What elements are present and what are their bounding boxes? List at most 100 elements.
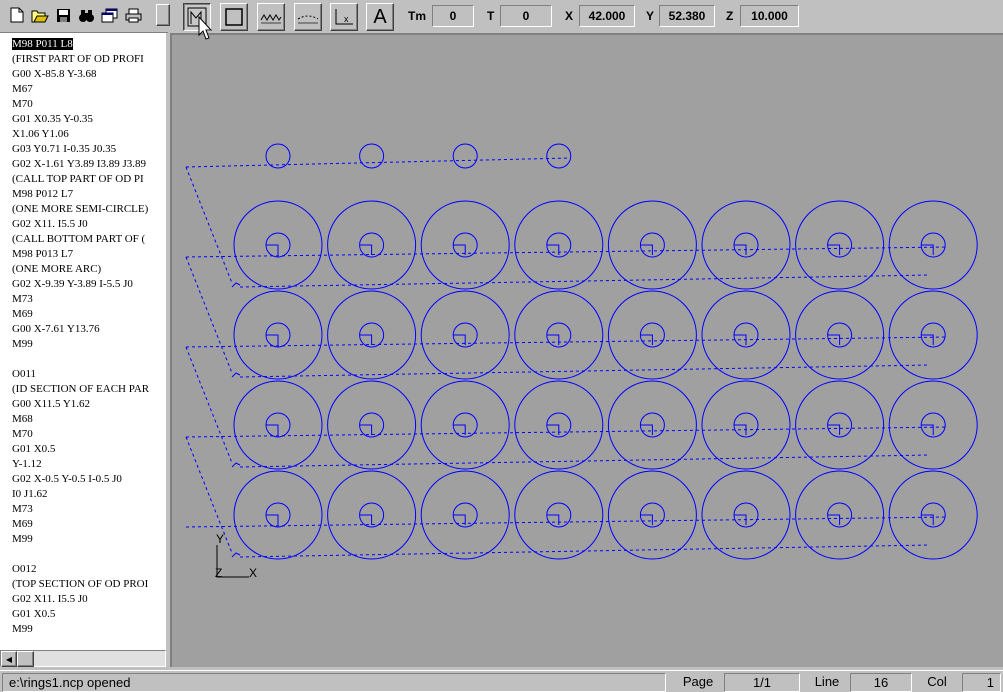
code-line-text: Y-1.12 — [12, 458, 42, 470]
code-line-text: (ONE MORE ARC) — [12, 263, 102, 275]
ring-cut-line — [266, 334, 279, 345]
code-lines: M98 P011 L8 (FIRST PART OF OD PROFI G00 X-… — [12, 37, 149, 637]
dashed-view-button[interactable] — [294, 3, 322, 31]
code-line[interactable]: M70 — [12, 97, 149, 112]
code-line[interactable]: O011 — [12, 367, 149, 382]
svg-text:x: x — [344, 14, 349, 24]
code-line[interactable]: M67 — [12, 82, 149, 97]
code-line[interactable]: G02 X11. I5.5 J0 — [12, 592, 149, 607]
code-line-text: M73 — [12, 293, 33, 305]
code-line[interactable]: (ID SECTION OF EACH PAR — [12, 382, 149, 397]
code-line-text: M70 — [12, 428, 33, 440]
code-line-text: G00 X-85.8 Y-3.68 — [12, 68, 97, 80]
arrow-cursor-icon — [198, 16, 213, 40]
binoculars-icon — [78, 9, 94, 22]
code-line[interactable]: G01 X0.35 Y-0.35 — [12, 112, 149, 127]
ring-cut-line — [827, 334, 841, 345]
ring-cut-line — [266, 244, 279, 255]
code-line[interactable]: I0 J1.62 — [12, 487, 149, 502]
ring-inner-circle — [546, 143, 572, 169]
code-line[interactable]: (ONE MORE ARC) — [12, 262, 149, 277]
code-editor[interactable]: M98 P011 L8 (FIRST PART OF OD PROFI G00 X-… — [0, 33, 166, 650]
code-line-text: G02 X11. I5.5 J0 — [12, 218, 88, 230]
code-line-text: (FIRST PART OF OD PROFI — [12, 53, 144, 65]
code-line[interactable]: M69 — [12, 517, 149, 532]
code-line[interactable]: G00 X11.5 Y1.62 — [12, 397, 149, 412]
wave-view-button[interactable] — [257, 3, 285, 31]
code-line[interactable]: O012 — [12, 562, 149, 577]
code-line-text: M98 P013 L7 — [12, 248, 74, 260]
code-line[interactable]: M99 — [12, 622, 149, 637]
code-line[interactable]: G02 X-0.5 Y-0.5 I-0.5 J0 — [12, 472, 149, 487]
code-line-text: M73 — [12, 503, 33, 515]
y-label: Y — [646, 9, 655, 23]
code-line-text: O012 — [12, 563, 37, 575]
ring-cut-line — [546, 244, 560, 255]
code-line-text: M67 — [12, 83, 33, 95]
ring-cut-line — [640, 514, 653, 525]
code-line[interactable]: G02 X11. I5.5 J0 — [12, 217, 149, 232]
code-line[interactable]: (TOP SECTION OF OD PROI — [12, 577, 149, 592]
copy-window-button[interactable] — [98, 4, 120, 26]
find-button[interactable] — [75, 4, 97, 26]
code-line[interactable]: G02 X-9.39 Y-3.89 I-5.5 J0 — [12, 277, 149, 292]
floppy-disk-icon — [56, 8, 70, 22]
code-line[interactable]: (CALL BOTTOM PART OF ( — [12, 232, 149, 247]
code-line[interactable]: (ONE MORE SEMI-CIRCLE) — [12, 202, 149, 217]
box-view-button[interactable] — [220, 3, 248, 31]
dashed-line-icon — [297, 15, 319, 24]
code-line[interactable]: M99 — [12, 337, 149, 352]
code-line[interactable]: M98 P012 L7 — [12, 187, 149, 202]
code-line-text: G03 Y0.71 I-0.35 J0.35 — [12, 143, 117, 155]
code-line[interactable]: G03 Y0.71 I-0.35 J0.35 — [12, 142, 149, 157]
save-file-button[interactable] — [52, 4, 74, 26]
code-line-text: M99 — [12, 533, 33, 545]
open-file-button[interactable] — [29, 4, 51, 26]
code-line-text: (TOP SECTION OF OD PROI — [12, 578, 149, 590]
code-line[interactable]: X1.06 Y1.06 — [12, 127, 149, 142]
code-line[interactable]: (FIRST PART OF OD PROFI — [12, 52, 149, 67]
code-line[interactable]: (CALL TOP PART OF OD PI — [12, 172, 149, 187]
code-line[interactable]: M68 — [12, 412, 149, 427]
code-line[interactable] — [12, 547, 149, 562]
ring-cut-line — [640, 244, 653, 255]
new-file-button[interactable] — [6, 4, 28, 26]
wave-icon — [260, 14, 282, 24]
scroll-left-arrow-icon[interactable]: ◀ — [1, 651, 17, 667]
page-value: 1/1 — [724, 673, 800, 692]
new-file-icon — [10, 7, 24, 23]
text-view-button[interactable]: A — [366, 3, 394, 31]
scroll-thumb[interactable] — [17, 651, 34, 667]
code-line[interactable]: G02 X-1.61 Y3.89 I3.89 J3.89 — [12, 157, 149, 172]
code-line[interactable]: M69 — [12, 307, 149, 322]
code-line-text: G00 X-7.61 Y13.76 — [12, 323, 100, 335]
editor-horizontal-scrollbar[interactable]: ◀ — [0, 650, 166, 667]
axis-view-button[interactable]: x — [330, 3, 358, 31]
code-line-text: M99 — [12, 338, 33, 350]
windows-icon — [101, 8, 117, 22]
toolpath-canvas[interactable]: YZX — [170, 33, 1003, 667]
code-line[interactable]: G01 X0.5 — [12, 442, 149, 457]
code-line[interactable]: M98 P011 L8 — [12, 37, 149, 52]
code-line[interactable]: M73 — [12, 502, 149, 517]
code-line-text: M98 P011 L8 — [12, 38, 73, 50]
toolbar-overflow-button[interactable] — [156, 4, 170, 26]
code-line[interactable]: G00 X-7.61 Y13.76 — [12, 322, 149, 337]
code-line[interactable]: Y-1.12 — [12, 457, 149, 472]
rapid-move-path — [239, 544, 931, 558]
ring-cut-line — [827, 244, 841, 255]
print-button[interactable] — [122, 4, 144, 26]
axis-label-x: X — [249, 566, 257, 580]
code-line[interactable]: M99 — [12, 532, 149, 547]
code-line-text: G01 X0.5 — [12, 608, 56, 620]
ring-cut-line — [231, 282, 241, 288]
ring-cut-line — [231, 552, 241, 558]
code-line[interactable]: M98 P013 L7 — [12, 247, 149, 262]
code-line[interactable]: G01 X0.5 — [12, 607, 149, 622]
code-line[interactable]: M70 — [12, 427, 149, 442]
code-line[interactable]: M73 — [12, 292, 149, 307]
code-line[interactable]: G00 X-85.8 Y-3.68 — [12, 67, 149, 82]
code-line[interactable] — [12, 352, 149, 367]
ring-cut-line — [359, 424, 373, 435]
line-label: Line — [814, 674, 840, 689]
